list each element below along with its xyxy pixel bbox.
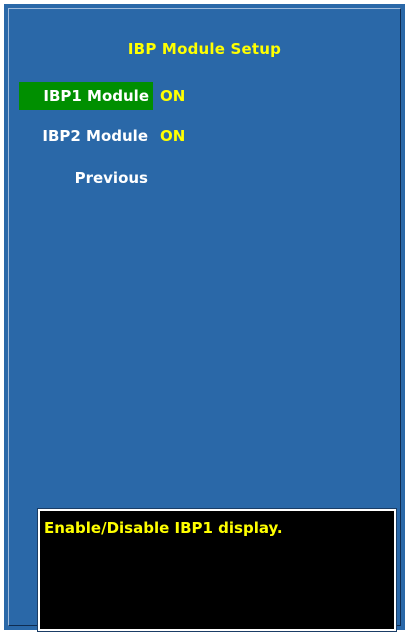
menu-item-previous[interactable]: Previous [4, 162, 405, 190]
menu-item-ibp2-module[interactable]: IBP2 Module ON [4, 120, 405, 148]
previous-button[interactable]: Previous [71, 164, 152, 192]
ibp2-module-value[interactable]: ON [160, 122, 185, 150]
help-panel: Enable/Disable IBP1 display. [37, 508, 397, 632]
ibp2-module-label[interactable]: IBP2 Module [38, 122, 152, 150]
ibp-module-setup-window: IBP Module Setup IBP1 Module ON IBP2 Mod… [0, 0, 409, 634]
menu-title: IBP Module Setup [127, 40, 282, 58]
menu-item-ibp1-module[interactable]: IBP1 Module ON [4, 80, 405, 110]
help-text: Enable/Disable IBP1 display. [44, 519, 283, 537]
ibp1-module-value[interactable]: ON [160, 82, 185, 110]
ibp1-module-label[interactable]: IBP1 Module [19, 82, 153, 110]
